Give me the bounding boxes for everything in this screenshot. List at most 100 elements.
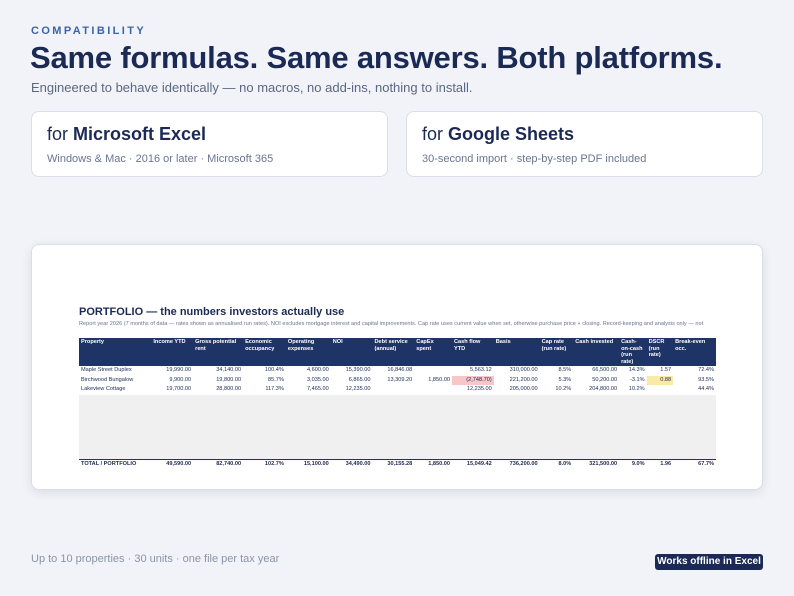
table-cell[interactable]: 12,235.00 [331, 385, 373, 395]
spreadsheet-preview: PORTFOLIO — the numbers investors actual… [31, 244, 763, 490]
table-cell[interactable]: 221,200.00 [494, 376, 540, 386]
empty-cell [539, 394, 574, 460]
table-cell[interactable]: 72.4% [673, 366, 716, 376]
empty-cell [193, 394, 244, 460]
table-cell[interactable] [373, 385, 415, 395]
total-cell: 8.0% [539, 459, 574, 470]
portfolio-table: Property Income YTD Gross potential rent Ec… [79, 338, 716, 470]
table-cell[interactable]: 19,700.00 [151, 385, 193, 395]
excel-card-brand: Microsoft Excel [73, 124, 207, 144]
column-header: Income YTD [151, 338, 194, 367]
table-cell[interactable]: 1.57 [647, 366, 673, 376]
empty-cell [646, 394, 674, 460]
total-row: TOTAL / PORTFOLIO 49,590.00 82,740.00 102.7… [79, 459, 716, 470]
table-cell[interactable]: 4,600.00 [286, 366, 331, 376]
column-header: Debt service (annual) [372, 338, 415, 367]
sheets-card-brand: Google Sheets [448, 124, 575, 144]
table-cell[interactable]: 93.5% [673, 376, 716, 386]
offline-badge: Works offline in Excel [655, 554, 763, 570]
table-cell[interactable]: Maple Street Duplex [79, 366, 151, 376]
total-cell: 1,850.00 [414, 459, 452, 470]
empty-cell [285, 394, 331, 460]
table-cell[interactable]: 117.3% [243, 385, 286, 395]
table-cell[interactable]: Lakeview Cottage [79, 385, 151, 395]
sheet-title: PORTFOLIO — the numbers investors actual… [79, 306, 345, 318]
column-header: Operating expenses [285, 338, 331, 367]
column-header: Gross potential rent [193, 338, 244, 367]
table-cell[interactable]: Birchwood Bungalow [79, 376, 151, 386]
table-cell[interactable]: 44.4% [673, 385, 716, 395]
footer-note: Up to 10 properties · 30 units · one fil… [31, 553, 280, 565]
column-header: Cash flow YTD [451, 338, 494, 367]
total-cell: 30,155.28 [372, 459, 415, 470]
table-cell[interactable]: 34,140.00 [193, 366, 243, 376]
table-cell[interactable]: 9,900.00 [151, 376, 193, 386]
total-cell: 15,049.42 [451, 459, 494, 470]
column-header: Economic occupancy [243, 338, 286, 367]
table-cell[interactable]: -3.1% [619, 376, 647, 386]
empty-cell [673, 394, 716, 460]
table-cell[interactable]: 3,035.00 [286, 376, 331, 386]
table-cell[interactable]: 66,500.00 [573, 366, 619, 376]
total-cell: 321,500.00 [573, 459, 620, 470]
table-cell[interactable]: 7,465.00 [286, 385, 331, 395]
total-cell: 1.96 [646, 459, 674, 470]
table-cell[interactable]: 19,800.00 [193, 376, 243, 386]
table-cell[interactable]: 12,235.00 [452, 385, 494, 395]
column-header: Cash invested [573, 338, 620, 367]
table-cell[interactable]: 14.3% [619, 366, 647, 376]
table-cell[interactable]: 85.7% [243, 376, 286, 386]
total-cell: 15,100.00 [285, 459, 331, 470]
table-cell[interactable]: 205,000.00 [494, 385, 540, 395]
column-header: Property [79, 338, 152, 367]
table-cell[interactable]: 15,390.00 [331, 366, 373, 376]
table-cell[interactable]: 0.88 [646, 375, 674, 386]
table-header-row: Property Income YTD Gross potential rent Ec… [79, 338, 716, 367]
sheets-card-subtitle: 30-second import · step-by-step PDF incl… [422, 153, 647, 165]
table-cell[interactable]: (2,748.70) [451, 375, 494, 386]
table-cell[interactable]: 6,865.00 [331, 376, 373, 386]
table-cell[interactable]: 310,000.00 [494, 366, 540, 376]
table-cell[interactable]: 10.2% [540, 385, 574, 395]
page-title: Same formulas. Same answers. Both platfo… [30, 40, 723, 75]
table-cell[interactable]: 8.5% [540, 366, 574, 376]
table-cell[interactable]: 100.4% [243, 366, 286, 376]
table-cell[interactable]: 28,800.00 [193, 385, 243, 395]
table-row: Birchwood Bungalow 9,900.00 19,800.00 85.7%… [79, 375, 716, 386]
excel-card-subtitle: Windows & Mac · 2016 or later · Microsof… [47, 153, 274, 165]
table-cell[interactable]: 19,990.00 [151, 366, 193, 376]
sheet-note: Report year 2026 (7 months of data — rat… [79, 321, 704, 327]
table-cell[interactable] [414, 385, 452, 395]
column-header: Basis [493, 338, 540, 367]
table-cell[interactable]: 1,850.00 [414, 376, 452, 386]
page-subtitle: Engineered to behave identically — no ma… [31, 80, 473, 95]
empty-cell [573, 394, 620, 460]
table-cell[interactable]: 50,200.00 [573, 376, 619, 386]
total-cell: 34,490.00 [330, 459, 373, 470]
table-cell[interactable]: 5.3% [540, 376, 574, 386]
column-header: Break-even occ. [673, 338, 716, 367]
empty-cell [151, 394, 194, 460]
table-cell[interactable]: 16,846.08 [373, 366, 415, 376]
column-header: Cash-on-cash (run rate) [619, 338, 647, 367]
table-cell[interactable]: 13,309.20 [373, 376, 415, 386]
empty-cell [243, 394, 286, 460]
table-cell[interactable]: 10.2% [619, 385, 647, 395]
table-cell[interactable] [414, 366, 452, 376]
empty-cell [451, 394, 494, 460]
table-cell[interactable]: 204,800.00 [573, 385, 619, 395]
table-cell[interactable] [647, 385, 673, 395]
total-cell: 49,590.00 [151, 459, 194, 470]
empty-cell [330, 394, 373, 460]
empty-cell [79, 394, 152, 460]
sheets-card-title: for Google Sheets [422, 124, 747, 145]
empty-cell [372, 394, 415, 460]
empty-cell [619, 394, 647, 460]
table-row: Lakeview Cottage 19,700.00 28,800.00 117.3%… [79, 385, 716, 395]
table-cell[interactable]: 5,563.12 [452, 366, 494, 376]
table-row: Maple Street Duplex 19,990.00 34,140.00 100… [79, 366, 716, 376]
sheets-card: for Google Sheets 30-second import · ste… [406, 111, 763, 177]
column-header: NOI [330, 338, 373, 367]
total-cell: 67.7% [673, 459, 716, 470]
total-cell: 9.0% [619, 459, 647, 470]
